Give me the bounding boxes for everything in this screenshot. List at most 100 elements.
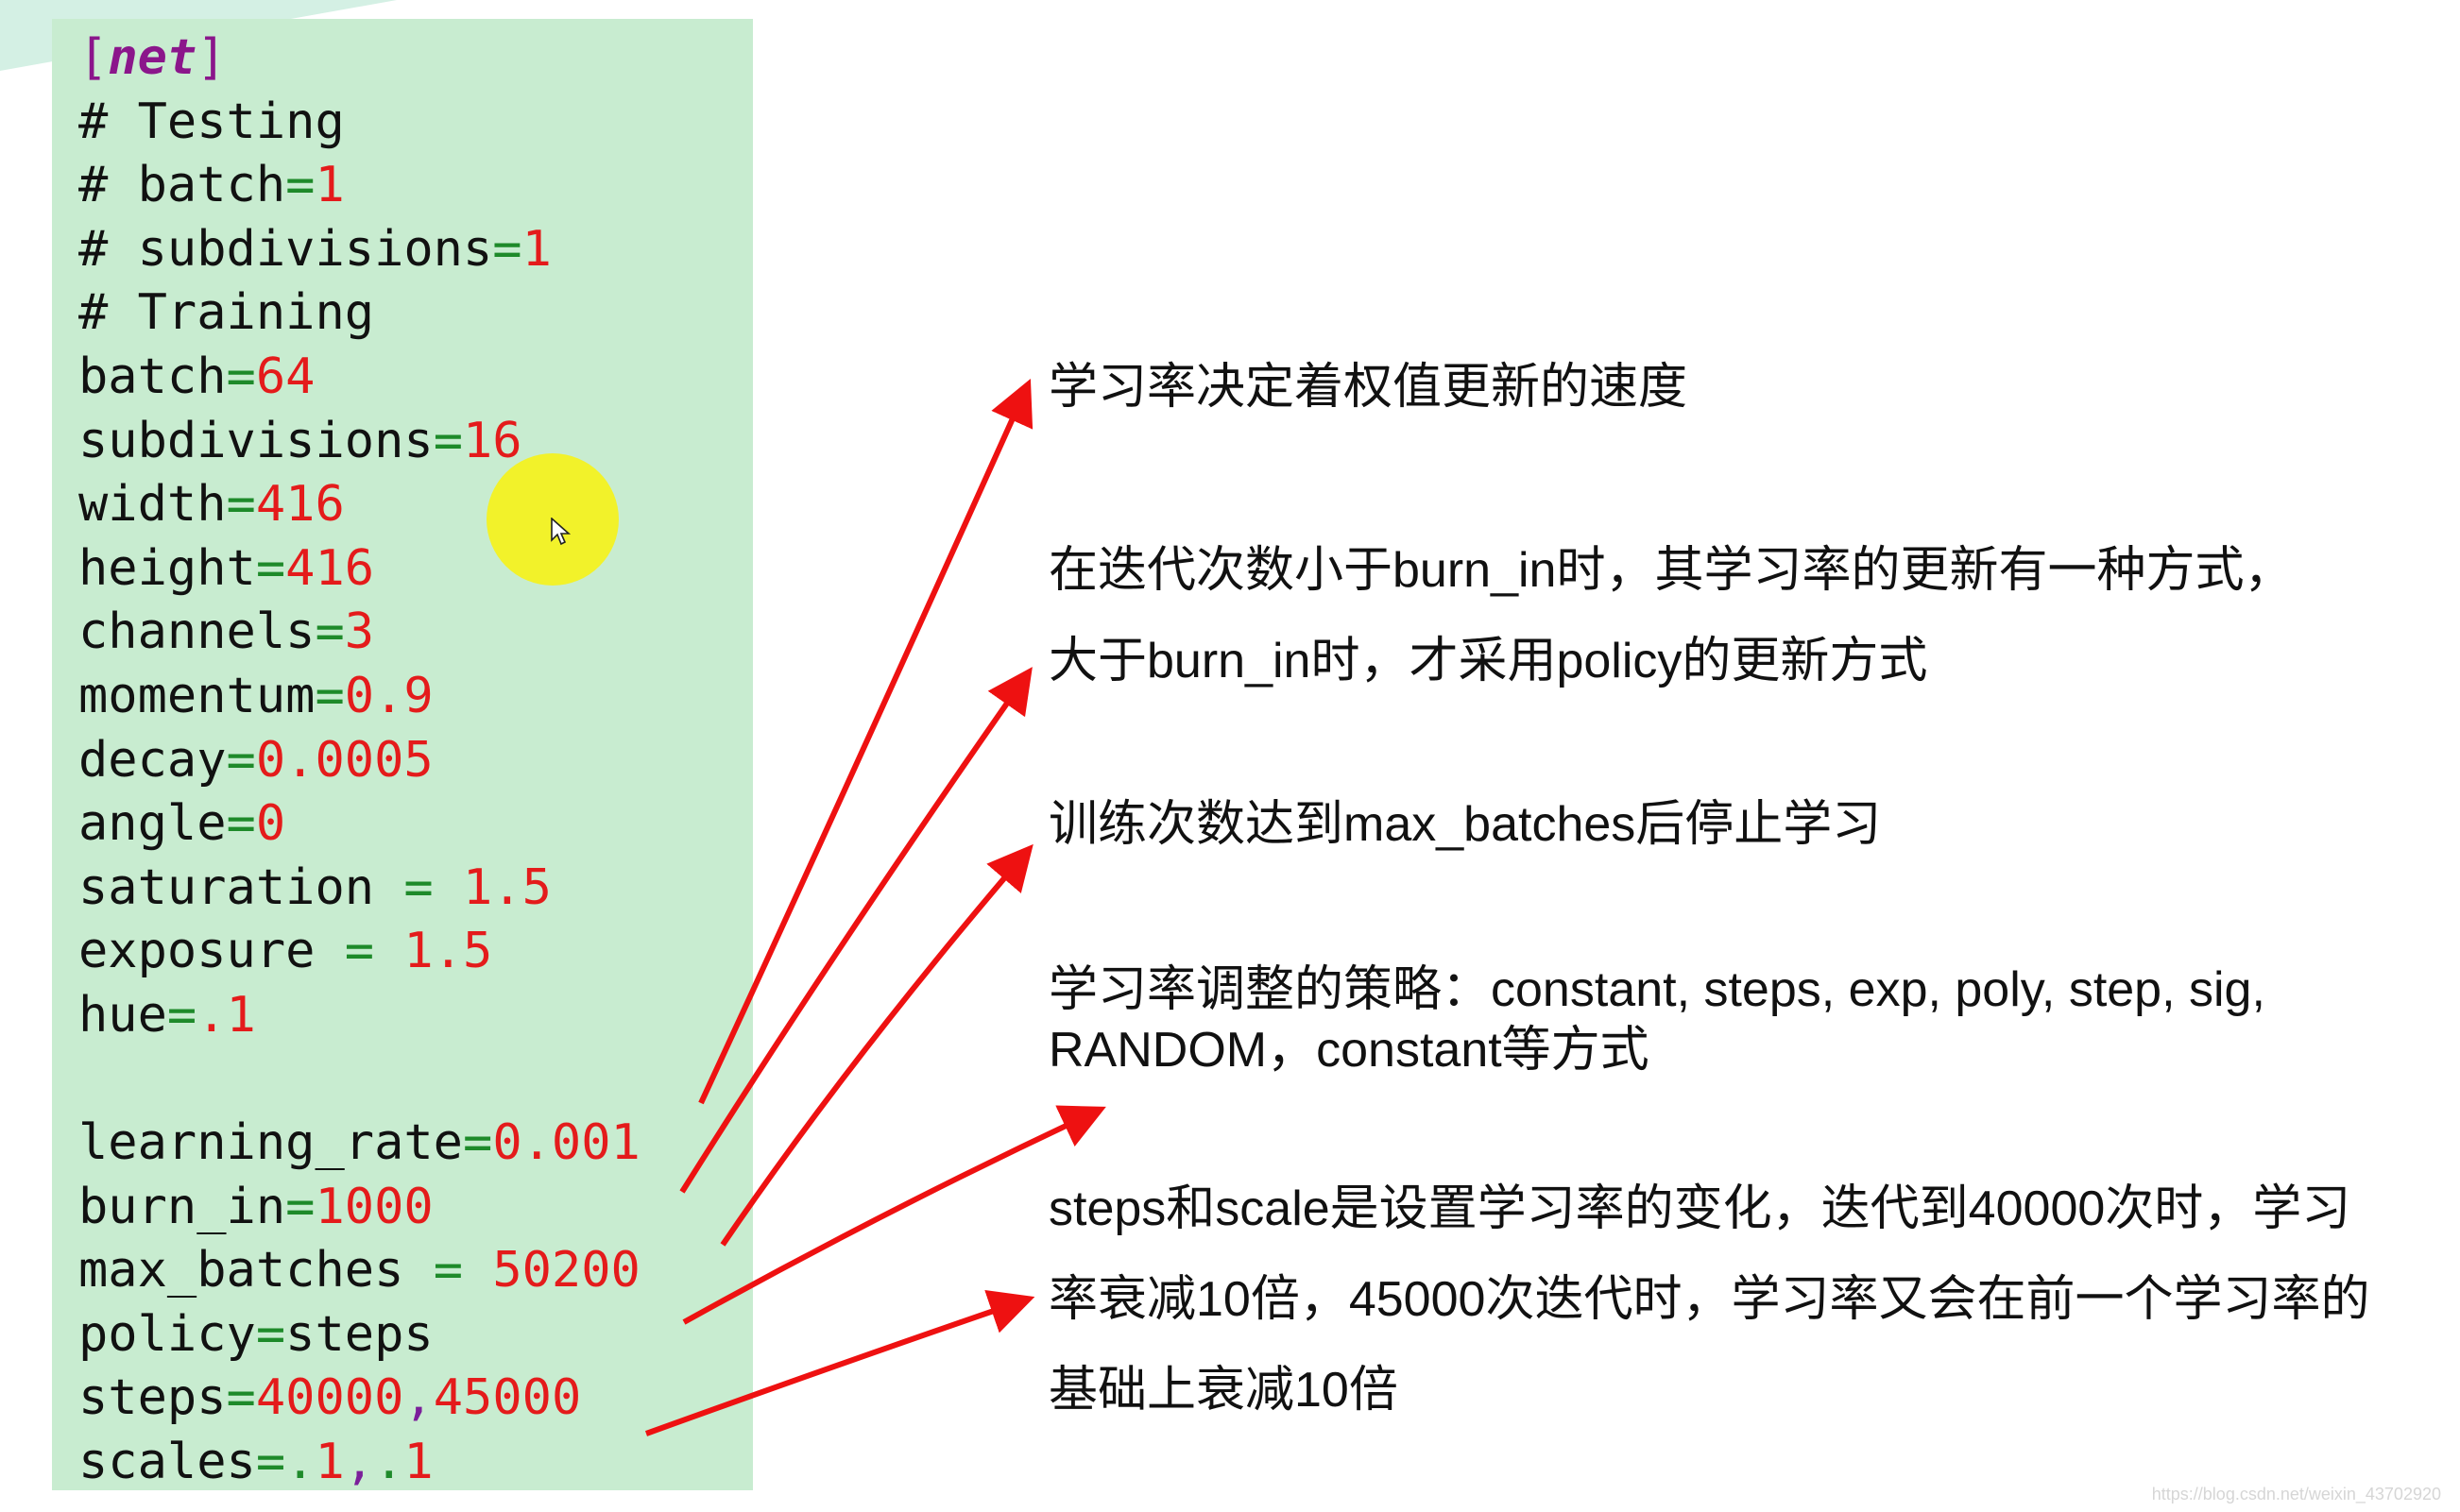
config-line: burn_in=1000 bbox=[78, 1176, 641, 1240]
param-key: policy bbox=[78, 1305, 256, 1363]
config-code-panel: [net] # Testing # batch=1 # subdivisions=1 #… bbox=[52, 19, 753, 1490]
annotation-line: 率衰减10倍，45000次迭代时，学习率又会在前一个学习率的 bbox=[1049, 1272, 2370, 1327]
comment-text: # Testing bbox=[78, 93, 345, 150]
config-line: hue=.1 bbox=[78, 984, 641, 1048]
arrow-pointer-icon bbox=[551, 518, 572, 546]
param-value: 416 bbox=[255, 476, 345, 534]
param-key: decay bbox=[78, 731, 227, 789]
param-key: batch bbox=[78, 348, 227, 405]
equals-sign: = bbox=[433, 1242, 493, 1300]
config-lines: [net] # Testing # batch=1 # subdivisions=1 #… bbox=[78, 26, 641, 1495]
param-key: height bbox=[78, 539, 256, 597]
equals-sign: = bbox=[255, 1305, 286, 1363]
param-value: 0.0005 bbox=[255, 731, 434, 789]
annotation-line: RANDOM，constant等方式 bbox=[1049, 1023, 1649, 1078]
equals-sign: = bbox=[166, 986, 197, 1044]
config-line: decay=0.0005 bbox=[78, 729, 641, 793]
param-key: subdivisions bbox=[78, 412, 434, 469]
param-key: scales bbox=[78, 1434, 256, 1491]
annotation-line: steps和scale是设置学习率的变化，迭代到40000次时，学习 bbox=[1049, 1181, 2351, 1236]
param-value: 1000 bbox=[315, 1178, 434, 1235]
config-line: learning_rate=0.001 bbox=[78, 1112, 641, 1176]
config-line: angle=0 bbox=[78, 792, 641, 857]
annotation-line: 在迭代次数小于burn_in时，其学习率的更新有一种方式， bbox=[1049, 543, 2294, 598]
param-value: 1 bbox=[403, 1434, 434, 1491]
annotation-line: 基础上衰减10倍 bbox=[1049, 1363, 1398, 1418]
param-value: 50200 bbox=[492, 1242, 641, 1300]
section-header: [net] bbox=[78, 26, 641, 91]
blank-line bbox=[78, 1048, 641, 1113]
equals-sign: = bbox=[226, 476, 256, 534]
config-line: # Testing bbox=[78, 91, 641, 155]
comment-text: # Training bbox=[78, 284, 375, 342]
config-line: saturation = 1.5 bbox=[78, 857, 641, 921]
param-value: 1 bbox=[315, 157, 345, 214]
equals-sign: = bbox=[226, 795, 256, 853]
annotation-line: 大于burn_in时，才采用policy的更新方式 bbox=[1049, 634, 1928, 688]
param-value: 1 bbox=[521, 220, 552, 278]
section-name: net bbox=[108, 29, 197, 86]
config-line: steps=40000,45000 bbox=[78, 1367, 641, 1431]
param-key: channels bbox=[78, 603, 316, 661]
param-key: # batch bbox=[78, 157, 286, 214]
config-line: # subdivisions=1 bbox=[78, 218, 641, 282]
annotation-line: 学习率调整的策略：constant, steps, exp, poly, ste… bbox=[1049, 962, 2265, 1017]
section-close-bracket: ] bbox=[196, 29, 227, 86]
equals-sign: = bbox=[315, 603, 345, 661]
param-value: 16 bbox=[463, 412, 522, 469]
param-value: 0.9 bbox=[344, 667, 434, 724]
param-value: 416 bbox=[285, 539, 375, 597]
equals-sign: = bbox=[226, 1369, 256, 1427]
config-line: # Training bbox=[78, 281, 641, 346]
equals-sign: = bbox=[226, 348, 256, 405]
param-key: angle bbox=[78, 795, 227, 853]
equals-sign: = bbox=[344, 923, 404, 980]
param-value: 1 bbox=[315, 1434, 345, 1491]
param-value: 45000 bbox=[433, 1369, 582, 1427]
config-line: policy=steps bbox=[78, 1303, 641, 1368]
param-value: 1.5 bbox=[403, 923, 493, 980]
list-separator: , bbox=[403, 1369, 434, 1427]
list-separator: , bbox=[344, 1434, 375, 1491]
equals-sign: = bbox=[285, 1178, 316, 1235]
equals-sign: = bbox=[463, 1114, 493, 1172]
annotation-burn-in: 在迭代次数小于burn_in时，其学习率的更新有一种方式， 大于burn_in时… bbox=[1049, 525, 2293, 706]
param-value: 1.5 bbox=[463, 858, 552, 916]
annotation-line: 训练次数达到max_batches后停止学习 bbox=[1049, 797, 1882, 852]
section-open-bracket: [ bbox=[78, 29, 109, 86]
annotation-policy: 学习率调整的策略：constant, steps, exp, poly, ste… bbox=[1049, 960, 2265, 1080]
param-key: saturation bbox=[78, 858, 404, 916]
config-line: batch=64 bbox=[78, 346, 641, 410]
param-key: momentum bbox=[78, 667, 316, 724]
config-line: momentum=0.9 bbox=[78, 665, 641, 729]
equals-sign: = bbox=[255, 539, 286, 597]
equals-sign: = bbox=[226, 731, 256, 789]
arrow-max-batches bbox=[720, 843, 1034, 1247]
config-line: # batch=1 bbox=[78, 154, 641, 218]
equals-sign: = bbox=[433, 412, 463, 469]
annotation-max-batches: 训练次数达到max_batches后停止学习 bbox=[1049, 779, 1881, 870]
param-key: exposure bbox=[78, 923, 345, 980]
annotation-steps-scales: steps和scale是设置学习率的变化，迭代到40000次时，学习 率衰减10… bbox=[1049, 1164, 2369, 1436]
equals-sign: = bbox=[403, 858, 463, 916]
equals-sign: = bbox=[255, 1434, 286, 1491]
param-value: 0 bbox=[255, 795, 286, 853]
config-line: scales=.1,.1 bbox=[78, 1431, 641, 1495]
watermark: https://blog.csdn.net/weixin_43702920 bbox=[2151, 1485, 2441, 1504]
equals-sign: = bbox=[285, 157, 316, 214]
equals-sign: = bbox=[492, 220, 522, 278]
param-value: 0.001 bbox=[492, 1114, 641, 1172]
equals-sign: = bbox=[315, 667, 345, 724]
decimal-point: . bbox=[374, 1434, 404, 1491]
param-value: steps bbox=[285, 1305, 434, 1363]
config-line: exposure = 1.5 bbox=[78, 920, 641, 984]
config-line: channels=3 bbox=[78, 601, 641, 665]
param-key: # subdivisions bbox=[78, 220, 493, 278]
param-value: 64 bbox=[255, 348, 316, 405]
decimal-point: . bbox=[285, 1434, 316, 1491]
param-key: width bbox=[78, 476, 227, 534]
config-line: max_batches = 50200 bbox=[78, 1239, 641, 1303]
param-key: hue bbox=[78, 986, 167, 1044]
annotation-line: 学习率决定着权值更新的速度 bbox=[1049, 360, 1688, 415]
annotation-learning-rate: 学习率决定着权值更新的速度 bbox=[1049, 342, 1687, 433]
